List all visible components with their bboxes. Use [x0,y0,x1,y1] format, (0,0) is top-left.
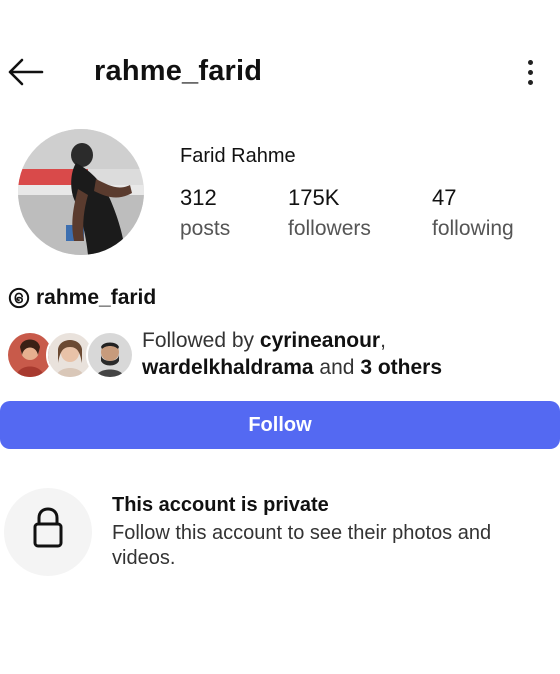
profile-full-name: Farid Rahme [180,145,296,167]
following-count: 47 [432,185,457,210]
avatar-photo [18,129,144,255]
private-account-description: Follow this account to see their photos … [112,522,492,569]
posts-count: 312 [180,185,217,210]
threads-badge[interactable]: rahme_farid [8,283,156,313]
threads-icon [8,287,30,309]
following-label: following [432,217,514,240]
posts-label: posts [180,217,231,240]
back-button[interactable] [6,54,46,90]
profile-username: rahme_farid [94,55,263,87]
private-account-title: This account is private [112,494,329,516]
more-options-button[interactable] [516,56,544,92]
mutual-avatar-3 [86,331,134,379]
mutual-user-2[interactable]: wardelkhaldrama [142,356,314,379]
followed-by-prefix: Followed by [142,329,260,352]
followed-by-text: Followed by cyrineanour, wardelkhaldrama… [142,329,443,379]
lock-icon [33,507,63,548]
followers-label: followers [288,217,371,240]
lock-badge [4,488,92,576]
threads-handle: rahme_farid [36,286,157,309]
followers-count: 175K [288,185,340,210]
mutual-followers[interactable]: Followed by cyrineanour, wardelkhaldrama… [6,327,556,383]
profile-avatar[interactable] [18,129,144,255]
stat-following[interactable]: 47 following [432,184,514,244]
stat-followers[interactable]: 175K followers [288,184,371,244]
more-vertical-icon [527,60,533,65]
follow-button[interactable]: Follow [0,401,560,449]
arrow-left-icon [8,58,44,86]
top-bar: rahme_farid [0,40,560,104]
stat-posts[interactable]: 312 posts [180,184,230,244]
mutual-user-1[interactable]: cyrineanour [260,329,380,352]
mutual-others[interactable]: 3 others [360,356,442,379]
